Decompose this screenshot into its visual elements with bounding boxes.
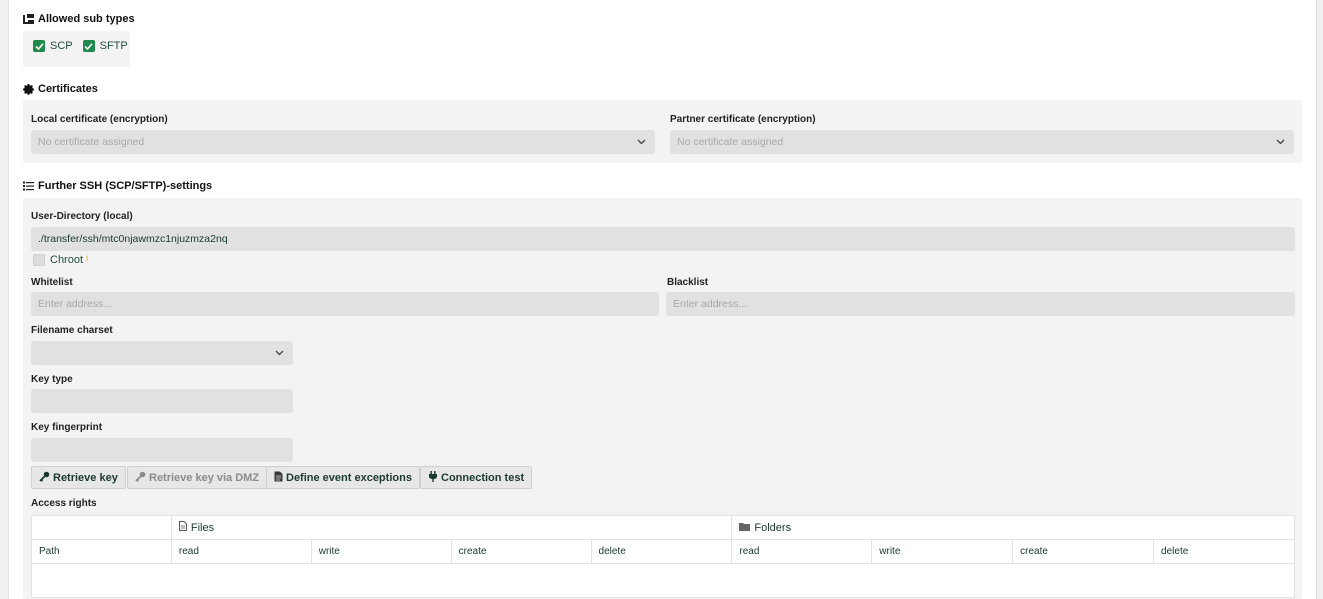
folder-icon: [739, 522, 751, 534]
file-icon: [178, 521, 187, 534]
whitelist-placeholder: Enter address...: [38, 298, 113, 310]
scp-checkbox[interactable]: SCP: [33, 40, 73, 52]
partner-certificate-value: No certificate assigned: [677, 136, 784, 148]
blacklist-placeholder: Enter address...: [673, 298, 748, 310]
access-rights-table: Files Folders Path read write create del…: [31, 515, 1295, 598]
plug-icon: [428, 470, 438, 485]
chevron-down-icon: [275, 348, 284, 360]
allowed-sub-types-heading: Allowed sub types: [23, 13, 135, 25]
certificates-heading: Certificates: [23, 83, 98, 95]
define-event-exceptions-label: Define event exceptions: [286, 471, 412, 484]
chroot-checkbox[interactable]: Chroot i: [33, 253, 88, 266]
filename-charset-select[interactable]: [31, 341, 293, 365]
retrieve-key-label: Retrieve key: [53, 471, 118, 484]
key-type-label: Key type: [31, 374, 73, 385]
key-fingerprint-input[interactable]: [31, 438, 293, 462]
certificates-box: Local certificate (encryption) No certif…: [23, 100, 1302, 163]
local-certificate-select[interactable]: No certificate assigned: [31, 130, 655, 154]
chevron-down-icon: [1276, 137, 1285, 149]
checkbox-empty-icon: [33, 254, 45, 266]
column-header-files-delete[interactable]: delete: [590, 539, 733, 564]
blacklist-input[interactable]: Enter address...: [666, 292, 1295, 316]
filename-charset-label: Filename charset: [31, 325, 113, 336]
column-header-folders-write[interactable]: write: [871, 539, 1014, 564]
access-rights-label: Access rights: [31, 498, 97, 509]
connection-test-button[interactable]: Connection test: [420, 466, 533, 489]
scp-label: SCP: [50, 40, 73, 52]
info-icon[interactable]: i: [86, 253, 88, 263]
sub-types-box: SCP SFTP: [23, 31, 130, 67]
local-certificate-label: Local certificate (encryption): [31, 114, 168, 125]
partner-certificate-select[interactable]: No certificate assigned: [670, 130, 1294, 154]
certificate-seal-icon: [23, 83, 34, 95]
column-header-folders-delete[interactable]: delete: [1153, 539, 1295, 564]
allowed-sub-types-title: Allowed sub types: [38, 13, 135, 25]
key-icon: [39, 471, 50, 485]
table-group-header-row: Files Folders: [31, 515, 1295, 540]
table-cell: [31, 515, 172, 540]
column-header-folders-create[interactable]: create: [1012, 539, 1155, 564]
table-column-header-row: Path read write create delete read write…: [31, 539, 1295, 564]
sftp-label: SFTP: [99, 40, 128, 52]
retrieve-key-button[interactable]: Retrieve key: [31, 466, 126, 489]
check-icon: [82, 40, 95, 52]
chevron-down-icon: [637, 137, 646, 149]
settings-panel: Allowed sub types SCP SFTP Certificates …: [8, 0, 1317, 599]
files-group-header: Files: [170, 515, 733, 540]
document-icon: [274, 471, 283, 485]
key-type-input[interactable]: [31, 389, 293, 413]
ssh-settings-title: Further SSH (SCP/SFTP)-settings: [38, 180, 213, 192]
user-directory-value: ./transfer/ssh/mtc0njawmzc1njuzmza2nq: [38, 233, 228, 245]
connection-test-label: Connection test: [441, 471, 525, 484]
whitelist-input[interactable]: Enter address...: [31, 292, 659, 316]
tree-icon: [23, 13, 34, 25]
blacklist-label: Blacklist: [667, 277, 709, 288]
column-header-files-read[interactable]: read: [170, 539, 312, 564]
whitelist-label: Whitelist: [31, 277, 73, 288]
table-empty-cell: [31, 563, 1295, 598]
folders-label: Folders: [754, 521, 792, 534]
column-header-path[interactable]: Path: [31, 539, 172, 564]
check-icon: [33, 40, 45, 52]
chroot-label: Chroot: [50, 254, 84, 266]
key-fingerprint-label: Key fingerprint: [31, 422, 103, 433]
folders-group-header: Folders: [731, 515, 1295, 540]
define-event-exceptions-button[interactable]: Define event exceptions: [266, 466, 420, 489]
column-header-files-create[interactable]: create: [450, 539, 592, 564]
sftp-checkbox[interactable]: SFTP: [82, 40, 128, 52]
local-certificate-value: No certificate assigned: [38, 136, 145, 148]
user-directory-input[interactable]: ./transfer/ssh/mtc0njawmzc1njuzmza2nq: [31, 227, 1295, 251]
partner-certificate-label: Partner certificate (encryption): [670, 114, 816, 125]
column-header-folders-read[interactable]: read: [731, 539, 873, 564]
retrieve-key-dmz-button[interactable]: Retrieve key via DMZ: [127, 466, 268, 489]
files-label: Files: [190, 521, 215, 534]
certificates-title: Certificates: [38, 83, 98, 95]
ssh-settings-heading: Further SSH (SCP/SFTP)-settings: [23, 180, 212, 192]
key-icon: [135, 471, 146, 485]
retrieve-key-dmz-label: Retrieve key via DMZ: [149, 471, 260, 484]
user-directory-label: User-Directory (local): [31, 211, 133, 222]
column-header-files-write[interactable]: write: [310, 539, 452, 564]
list-icon: [23, 181, 34, 191]
table-row: [31, 563, 1295, 598]
